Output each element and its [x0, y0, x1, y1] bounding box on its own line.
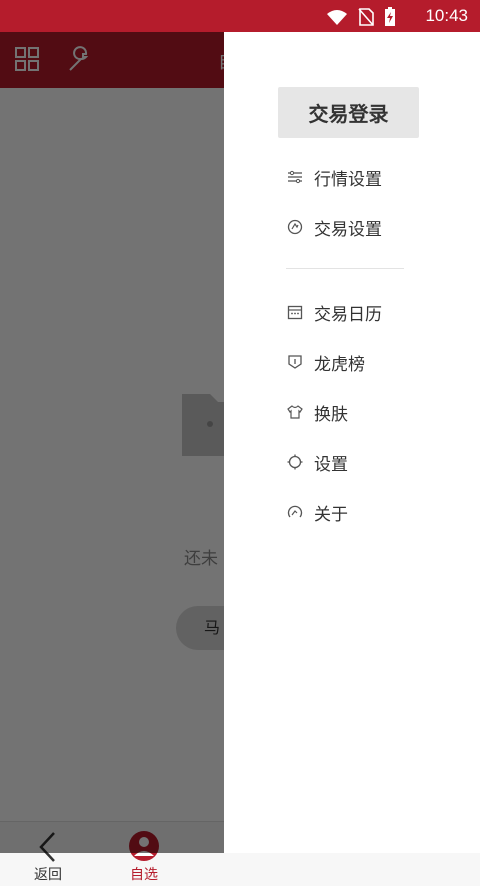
menu-dragon-tiger-list-label: 龙虎榜 [314, 354, 365, 375]
status-icons [326, 7, 396, 27]
menu-settings[interactable]: 设置 [286, 447, 348, 477]
no-sim-icon [358, 8, 374, 26]
menu-change-skin-label: 换肤 [314, 404, 348, 425]
menu-market-settings-label: 行情设置 [314, 169, 382, 190]
menu-trade-calendar[interactable]: 交易日历 [286, 297, 382, 327]
menu-trade-settings-label: 交易设置 [314, 219, 382, 240]
battery-charging-icon [385, 7, 395, 26]
gear-icon [286, 453, 304, 471]
trade-settings-icon [286, 218, 304, 236]
side-drawer: 交易登录 行情设置 交易设置 交易日历 龙虎榜 换肤 设置 关于 [224, 32, 480, 853]
menu-divider [286, 268, 404, 269]
menu-trade-settings[interactable]: 交易设置 [286, 212, 382, 242]
ranking-icon [286, 353, 304, 371]
calendar-icon [286, 303, 304, 321]
menu-market-settings[interactable]: 行情设置 [286, 162, 382, 192]
status-time: 10:43 [425, 6, 468, 25]
shirt-icon [286, 403, 304, 421]
status-bar: 10:43 [0, 0, 480, 32]
trade-login-button[interactable]: 交易登录 [278, 87, 419, 138]
menu-about-label: 关于 [314, 504, 348, 525]
menu-trade-calendar-label: 交易日历 [314, 304, 382, 325]
nav-back-label: 返回 [34, 867, 62, 883]
nav-watchlist-label: 自选 [130, 867, 158, 883]
sliders-icon [286, 168, 304, 186]
menu-settings-label: 设置 [314, 454, 348, 475]
wifi-icon [327, 10, 347, 25]
menu-change-skin[interactable]: 换肤 [286, 397, 348, 427]
menu-about[interactable]: 关于 [286, 497, 348, 527]
drawer-scrim[interactable] [0, 32, 224, 853]
about-icon [286, 503, 304, 521]
menu-dragon-tiger-list[interactable]: 龙虎榜 [286, 347, 365, 377]
